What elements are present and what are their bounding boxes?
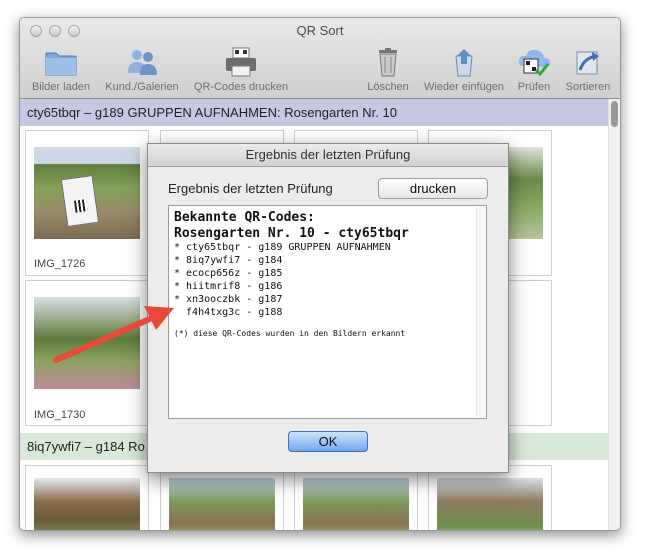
qr-codes-drucken-button[interactable]: QR-Codes drucken bbox=[188, 46, 294, 94]
result-dialog: Ergebnis der letzten Prüfung Ergebnis de… bbox=[147, 143, 509, 473]
thumbnail-card[interactable] bbox=[428, 465, 552, 530]
photo bbox=[34, 147, 140, 239]
printer-icon bbox=[226, 47, 256, 77]
vertical-scrollbar[interactable] bbox=[608, 99, 620, 530]
result-line: * 8iq7ywfi7 - g184 bbox=[174, 255, 283, 266]
wieder-einfuegen-button[interactable]: Wieder einfügen bbox=[418, 46, 510, 94]
sortieren-button[interactable]: Sortieren bbox=[560, 46, 616, 94]
loeschen-label: Löschen bbox=[367, 81, 409, 93]
pruefen-label: Prüfen bbox=[517, 81, 551, 93]
photo bbox=[303, 478, 409, 530]
trash-icon bbox=[379, 48, 397, 77]
thumbnail-card[interactable] bbox=[160, 465, 284, 530]
sortieren-label: Sortieren bbox=[565, 81, 611, 93]
photo bbox=[169, 478, 275, 530]
window-title: QR Sort bbox=[296, 23, 344, 38]
result-line: f4h4txg3c - g188 bbox=[174, 307, 283, 318]
thumbnail-filename: IMG_1726 bbox=[34, 258, 86, 270]
users-icon bbox=[128, 50, 157, 75]
bilder-laden-label: Bilder laden bbox=[31, 81, 91, 93]
toolbar: QR Sort Bilder laden Kund./Galerien QR-C… bbox=[20, 18, 620, 99]
result-line: * ecocp656z - g185 bbox=[174, 268, 283, 279]
bilder-laden-button[interactable]: Bilder laden bbox=[25, 46, 97, 94]
restore-icon bbox=[455, 49, 473, 77]
annotation-arrow bbox=[53, 306, 174, 363]
ok-button[interactable]: OK bbox=[288, 431, 368, 452]
loeschen-button[interactable]: Löschen bbox=[366, 46, 410, 94]
thumbnail-card[interactable]: IMG_1726 bbox=[25, 130, 149, 276]
kunden-galerien-label: Kund./Galerien bbox=[105, 81, 179, 93]
result-line: * cty65tbqr - g189 GRUPPEN AUFNAHMEN bbox=[174, 242, 391, 253]
dialog-label: Ergebnis der letzten Prüfung bbox=[168, 181, 333, 196]
text-area-scrollbar[interactable] bbox=[476, 207, 486, 417]
result-line: * hiitmrif8 - g186 bbox=[174, 281, 283, 292]
cloud-check-icon bbox=[518, 49, 550, 77]
scrollbar-thumb[interactable] bbox=[611, 101, 618, 127]
result-line: * xn3ooczbk - g187 bbox=[174, 294, 283, 305]
thumbnail-card[interactable] bbox=[294, 465, 418, 530]
wieder-einfuegen-label: Wieder einfügen bbox=[423, 81, 505, 93]
photo bbox=[437, 478, 543, 530]
sort-arrows-icon bbox=[576, 51, 599, 75]
result-footnote: (*) diese QR-Codes wurden in den Bildern… bbox=[174, 329, 406, 338]
result-text-area[interactable]: Bekannte QR-Codes: Rosengarten Nr. 10 - … bbox=[168, 205, 487, 419]
thumbnail-filename: IMG_1730 bbox=[34, 409, 86, 421]
group-header-selected[interactable]: cty65tbqr – g189 GRUPPEN AUFNAHMEN: Rose… bbox=[20, 99, 608, 126]
result-heading-2: Rosengarten Nr. 10 - cty65tbqr bbox=[174, 226, 409, 241]
drucken-button[interactable]: drucken bbox=[378, 178, 488, 199]
kunden-galerien-button[interactable]: Kund./Galerien bbox=[100, 46, 184, 94]
folder-icon bbox=[45, 52, 77, 76]
photo bbox=[34, 478, 140, 530]
result-heading-1: Bekannte QR-Codes: bbox=[174, 210, 315, 225]
dialog-title: Ergebnis der letzten Prüfung bbox=[148, 144, 508, 167]
qr-codes-drucken-label: QR-Codes drucken bbox=[193, 81, 289, 93]
thumbnail-card[interactable] bbox=[25, 465, 149, 530]
pruefen-button[interactable]: Prüfen bbox=[513, 46, 555, 94]
